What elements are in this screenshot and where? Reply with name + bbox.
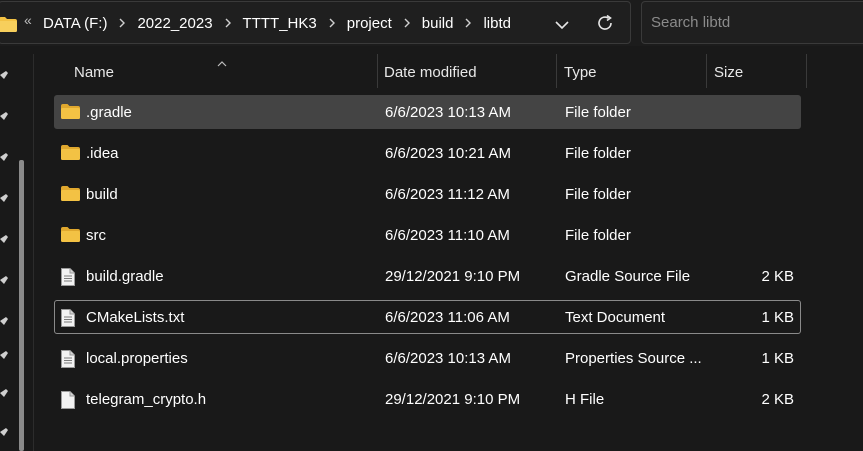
chevron-right-icon[interactable] [225,18,231,28]
file-type: Properties Source ... [565,350,702,367]
file-name: telegram_crypto.h [86,391,207,408]
column-header-date-modified[interactable]: Date modified [384,64,477,81]
pin-icon[interactable] [0,348,9,359]
pin-icon[interactable] [0,232,9,243]
column-separator[interactable] [806,54,807,88]
folder-icon [61,104,80,124]
folder-icon [61,186,80,206]
pin-icon[interactable] [0,314,9,325]
file-type: Text Document [565,309,666,326]
pin-icon[interactable] [0,273,9,284]
file-row[interactable]: .idea 6/6/2023 10:21 AM File folder [54,136,801,170]
file-row[interactable]: build.gradle 29/12/2021 9:10 PM Gradle Sou… [54,259,801,293]
blank-file-icon [61,391,75,414]
breadcrumb-item[interactable]: project [347,15,392,32]
text-file-icon [61,350,75,373]
chevron-right-icon[interactable] [404,18,410,28]
file-date-modified: 6/6/2023 10:13 AM [385,104,511,121]
chevron-down-icon[interactable] [555,17,569,35]
file-date-modified: 6/6/2023 11:06 AM [385,309,510,326]
column-separator[interactable] [377,54,378,88]
file-type: File folder [565,186,631,203]
breadcrumb-overflow-icon[interactable]: « [24,12,32,28]
pin-icon[interactable] [0,386,9,397]
column-separator[interactable] [556,54,557,88]
file-name: build.gradle [86,268,164,285]
file-date-modified: 29/12/2021 9:10 PM [385,268,521,285]
breadcrumb-item[interactable]: build [422,15,454,32]
file-type: Gradle Source File [565,268,691,285]
pane-divider[interactable] [33,54,34,451]
file-size: 1 KB [761,309,794,326]
file-type: File folder [565,227,631,244]
nav-pane-scrollbar[interactable] [19,160,24,451]
chevron-right-icon[interactable] [119,18,126,28]
breadcrumb-item[interactable]: 2022_2023 [137,15,212,32]
pin-icon[interactable] [0,425,9,436]
file-row[interactable]: telegram_crypto.h 29/12/2021 9:10 PM H Fil… [54,382,801,416]
file-type: H File [565,391,605,408]
file-row[interactable]: src 6/6/2023 11:10 AM File folder [54,218,801,252]
column-separator[interactable] [706,54,707,88]
breadcrumb-item[interactable]: TTTT_HK3 [243,15,317,32]
file-date-modified: 6/6/2023 10:13 AM [385,350,511,367]
file-row[interactable]: local.properties 6/6/2023 10:13 AM Propert… [54,341,801,375]
column-header-size[interactable]: Size [714,64,743,81]
pin-icon[interactable] [0,191,9,202]
file-date-modified: 6/6/2023 10:21 AM [385,145,511,162]
folder-icon [0,17,17,37]
file-name: .idea [86,145,119,162]
file-date-modified: 6/6/2023 11:12 AM [385,186,510,203]
file-row[interactable]: .gradle 6/6/2023 10:13 AM File folder [54,95,801,129]
file-name: src [86,227,106,244]
chevron-right-icon[interactable] [465,18,472,28]
file-size: 1 KB [761,350,794,367]
refresh-icon[interactable] [596,14,614,37]
file-name: CMakeLists.txt [86,309,185,326]
column-headers: Name Date modified Type Size [34,54,863,90]
text-file-icon [61,268,75,291]
file-name: build [86,186,118,203]
pin-icon[interactable] [0,68,9,79]
breadcrumb: DATA (F:) 2022_2023 TTTT_HK3 project build li… [43,13,511,33]
folder-icon [61,227,80,247]
file-row[interactable]: build 6/6/2023 11:12 AM File folder [54,177,801,211]
file-name: local.properties [86,350,188,367]
column-header-type[interactable]: Type [564,64,597,81]
pin-icon[interactable] [0,109,9,120]
toolbar: « DATA (F:) 2022_2023 TTTT_HK3 project build… [0,0,863,46]
file-type: File folder [565,104,631,121]
search-placeholder[interactable]: Search libtd [651,14,730,31]
search-box[interactable]: Search libtd [641,1,863,44]
breadcrumb-item[interactable]: DATA (F:) [43,15,107,32]
chevron-right-icon[interactable] [329,18,335,28]
file-explorer-window: « DATA (F:) 2022_2023 TTTT_HK3 project build… [0,0,863,451]
address-bar[interactable]: « DATA (F:) 2022_2023 TTTT_HK3 project build… [0,1,631,44]
file-size: 2 KB [761,268,794,285]
sort-ascending-icon [217,54,227,72]
file-type: File folder [565,145,631,162]
pin-icon[interactable] [0,150,9,161]
file-size: 2 KB [761,391,794,408]
folder-icon [61,145,80,165]
nav-pane-pins [0,46,14,451]
file-date-modified: 29/12/2021 9:10 PM [385,391,521,408]
text-file-icon [61,309,75,332]
column-header-name[interactable]: Name [74,64,114,81]
file-name: .gradle [86,104,132,121]
breadcrumb-item[interactable]: libtd [483,15,511,32]
file-row[interactable]: CMakeLists.txt 6/6/2023 11:06 AM Text Docu… [54,300,801,334]
file-date-modified: 6/6/2023 11:10 AM [385,227,510,244]
